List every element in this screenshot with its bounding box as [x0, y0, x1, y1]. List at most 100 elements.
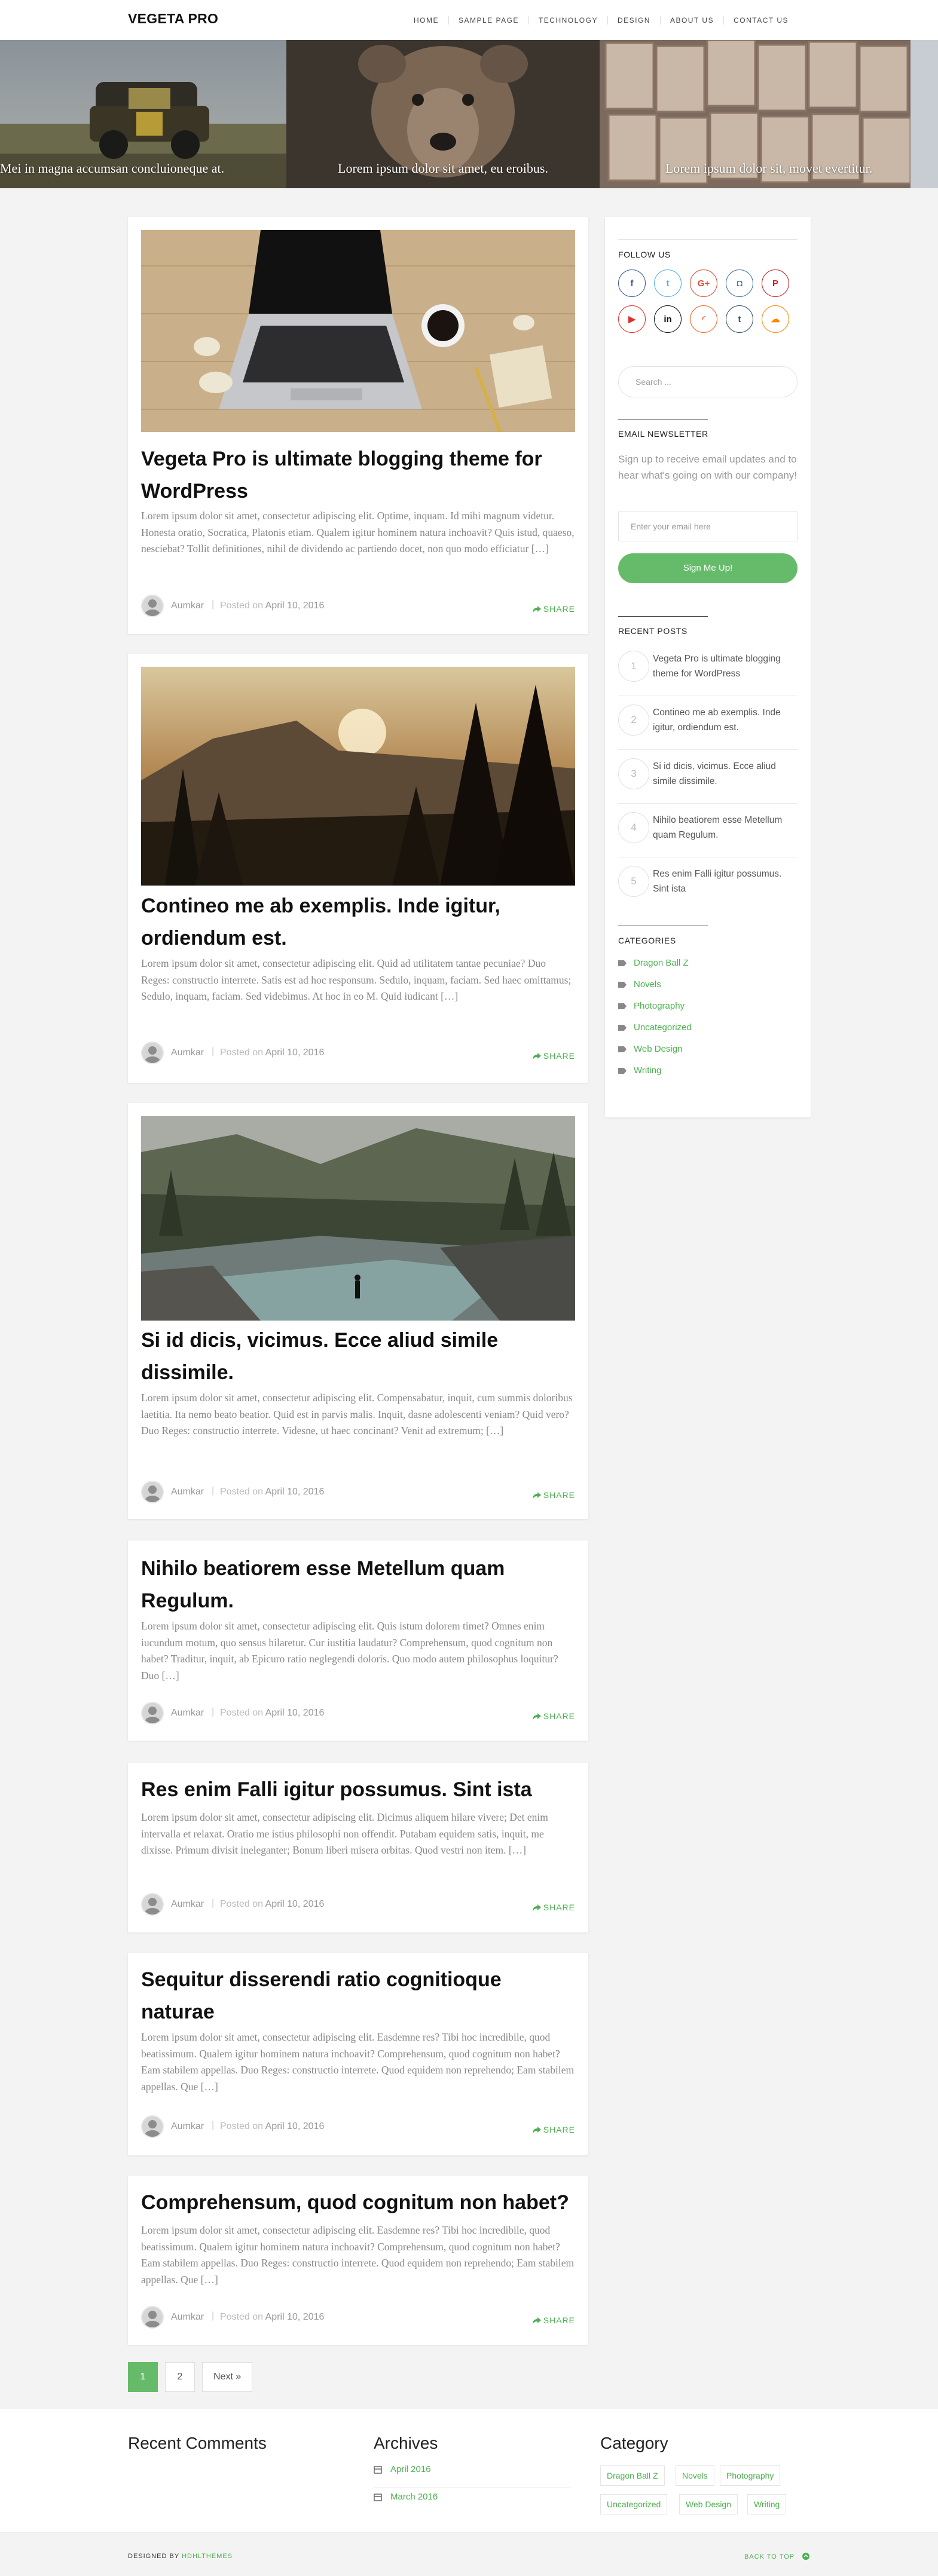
next-page-button[interactable]: Next » — [202, 2362, 253, 2392]
post-author[interactable]: Aumkar — [171, 1899, 204, 1910]
share-button[interactable]: SHARE — [532, 604, 575, 614]
instagram-icon[interactable]: ◘ — [726, 269, 753, 297]
post-author[interactable]: Aumkar — [171, 1047, 204, 1058]
category-link[interactable]: Novels — [618, 979, 661, 994]
recent-post-item: 2 Contineo me ab exemplis. Inde igitur, … — [618, 696, 798, 750]
category-link[interactable]: Web Design — [618, 1044, 682, 1058]
post-title[interactable]: Res enim Falli igitur possumus. Sint ist… — [141, 1774, 575, 1806]
main-nav: HOME SAMPLE PAGE TECHNOLOGY DESIGN ABOUT… — [404, 16, 798, 24]
share-button[interactable]: SHARE — [532, 1490, 575, 1500]
share-icon — [532, 1904, 541, 1912]
author-avatar[interactable] — [141, 595, 164, 617]
hero-slider: Mei in magna accumsan concluioneque at. … — [0, 40, 938, 188]
footer-category-tag[interactable]: Novels — [676, 2465, 714, 2486]
share-button[interactable]: SHARE — [532, 2125, 575, 2134]
post-title[interactable]: Si id dicis, vicimus. Ecce aliud simile … — [141, 1324, 575, 1389]
meta-separator: | — [212, 1046, 215, 1056]
post-thumbnail[interactable] — [141, 667, 575, 886]
nav-home[interactable]: HOME — [404, 16, 448, 24]
author-avatar[interactable] — [141, 1893, 164, 1916]
arrow-up-icon — [802, 2553, 809, 2560]
post-thumbnail[interactable] — [141, 230, 575, 432]
share-icon — [532, 2317, 541, 2324]
slide-car[interactable]: Mei in magna accumsan concluioneque at. — [0, 40, 286, 188]
post-author[interactable]: Aumkar — [171, 601, 204, 611]
facebook-icon[interactable]: f — [618, 269, 646, 297]
footer-category-tag[interactable]: Web Design — [679, 2494, 738, 2514]
slide-animal[interactable]: Lorem ipsum dolor sit amet, eu eroibus. — [286, 40, 600, 188]
pinterest-icon[interactable]: P — [762, 269, 789, 297]
share-icon — [532, 1713, 541, 1720]
recent-post-item: 3 Si id dicis, vicimus. Ecce aliud simil… — [618, 750, 798, 804]
share-button[interactable]: SHARE — [532, 1903, 575, 1912]
post-card: Si id dicis, vicimus. Ecce aliud simile … — [128, 1103, 588, 1519]
nav-about-us[interactable]: ABOUT US — [659, 16, 723, 24]
twitter-icon[interactable]: t — [654, 269, 682, 297]
widget-divider — [618, 616, 708, 617]
category-link[interactable]: Photography — [618, 1001, 685, 1015]
post-title[interactable]: Comprehensum, quod cognitum non habet? — [141, 2186, 575, 2219]
rss-icon[interactable]: ◜ — [690, 305, 717, 333]
author-avatar[interactable] — [141, 1481, 164, 1503]
post-author[interactable]: Aumkar — [171, 2312, 204, 2323]
signup-button[interactable]: Sign Me Up! — [618, 553, 798, 583]
meta-separator: | — [212, 599, 215, 609]
soundcloud-icon[interactable]: ☁ — [762, 305, 789, 333]
footer-category-tag[interactable]: Dragon Ball Z — [600, 2465, 665, 2486]
archives-title: Archives — [374, 2434, 438, 2452]
nav-technology[interactable]: TECHNOLOGY — [528, 16, 607, 24]
recent-post-link[interactable]: Si id dicis, vicimus. Ecce aliud simile … — [653, 759, 796, 789]
author-avatar[interactable] — [141, 2306, 164, 2329]
post-title[interactable]: Sequitur disserendi ratio cognitioque na… — [141, 1964, 575, 2028]
author-avatar[interactable] — [141, 2115, 164, 2138]
post-title[interactable]: Contineo me ab exemplis. Inde igitur, or… — [141, 890, 575, 954]
site-logo[interactable]: VEGETA PRO — [128, 11, 218, 27]
recent-post-number: 3 — [618, 758, 649, 789]
share-button[interactable]: SHARE — [532, 2315, 575, 2325]
category-link[interactable]: Writing — [618, 1065, 661, 1080]
recent-post-link[interactable]: Res enim Falli igitur possumus. Sint ist… — [653, 866, 796, 896]
footer-category-tag[interactable]: Uncategorized — [600, 2494, 668, 2514]
footer-category-tag[interactable]: Writing — [747, 2494, 787, 2514]
search-input[interactable]: Search ... — [618, 366, 798, 397]
author-avatar[interactable] — [141, 1702, 164, 1725]
post-author[interactable]: Aumkar — [171, 1708, 204, 1719]
post-meta: Aumkar | Posted on April 10, 2016 SHARE — [141, 2115, 575, 2139]
nav-design[interactable]: DESIGN — [607, 16, 660, 24]
post-date: Posted on April 10, 2016 — [220, 1487, 325, 1497]
recent-post-link[interactable]: Contineo me ab exemplis. Inde igitur, or… — [653, 705, 796, 735]
linkedin-icon[interactable]: in — [654, 305, 682, 333]
post-excerpt: Lorem ipsum dolor sit amet, consectetur … — [141, 1620, 558, 1681]
calendar-icon — [374, 2494, 382, 2501]
tag-icon — [618, 960, 627, 966]
slide-books[interactable]: Lorem ipsum dolor sit, movet evertitur. — [600, 40, 938, 188]
recent-post-link[interactable]: Nihilo beatiorem esse Metellum quam Regu… — [653, 813, 796, 843]
google-plus-icon[interactable]: G+ — [690, 269, 717, 297]
share-button[interactable]: SHARE — [532, 1051, 575, 1061]
youtube-icon[interactable]: ▶ — [618, 305, 646, 333]
post-author[interactable]: Aumkar — [171, 1487, 204, 1497]
site-header: VEGETA PRO HOME SAMPLE PAGE TECHNOLOGY D… — [0, 0, 938, 40]
tumblr-icon[interactable]: t — [726, 305, 753, 333]
share-button[interactable]: SHARE — [532, 1711, 575, 1721]
archive-link[interactable]: April 2016 — [374, 2464, 571, 2488]
page-2-button[interactable]: 2 — [165, 2362, 195, 2392]
back-to-top-link[interactable]: BACK TO TOP — [744, 2552, 810, 2560]
post-title[interactable]: Nihilo beatiorem esse Metellum quam Regu… — [141, 1552, 575, 1617]
post-author[interactable]: Aumkar — [171, 2121, 204, 2132]
post-title[interactable]: Vegeta Pro is ultimate blogging theme fo… — [141, 443, 575, 507]
post-thumbnail[interactable] — [141, 1116, 575, 1321]
author-avatar[interactable] — [141, 1042, 164, 1064]
category-link[interactable]: Dragon Ball Z — [618, 958, 689, 972]
category-link[interactable]: Uncategorized — [618, 1022, 692, 1037]
recent-post-link[interactable]: Vegeta Pro is ultimate blogging theme fo… — [653, 651, 796, 681]
email-field[interactable]: Enter your email here — [618, 511, 798, 541]
footer-category-tag[interactable]: Photography — [720, 2465, 781, 2486]
nav-contact-us[interactable]: CONTACT US — [723, 16, 798, 24]
post-meta: Aumkar | Posted on April 10, 2016 SHARE — [141, 1893, 575, 1917]
pagination: 1 2 Next » — [128, 2362, 253, 2392]
page-1-button[interactable]: 1 — [128, 2362, 158, 2392]
archive-link[interactable]: March 2016 — [374, 2492, 571, 2516]
designer-link[interactable]: HDHLTHEMES — [182, 2553, 233, 2560]
nav-sample-page[interactable]: SAMPLE PAGE — [448, 16, 528, 24]
